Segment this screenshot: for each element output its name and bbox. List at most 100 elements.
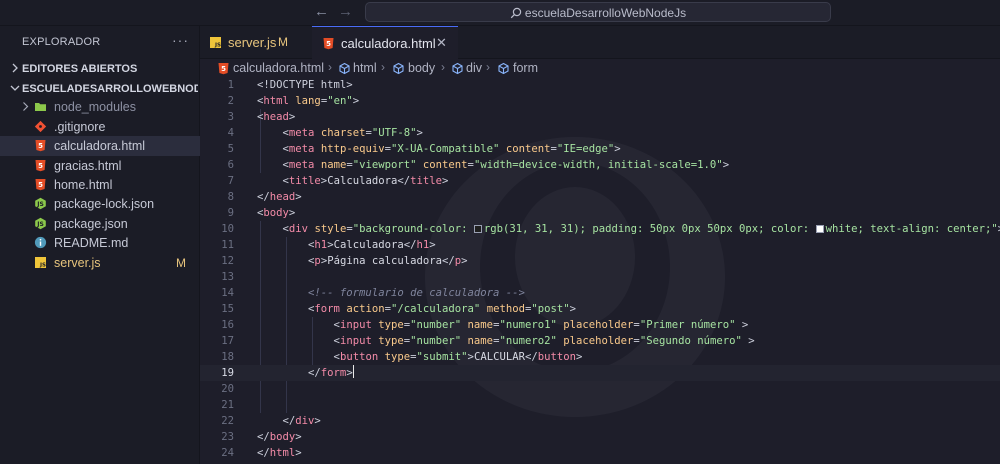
breadcrumb-separator: › (328, 60, 332, 74)
tab-label: server.js (228, 35, 277, 50)
code-line: 3 <head> (200, 109, 1000, 125)
code-text: <meta name="viewport" content="width=dev… (282, 159, 730, 171)
code-line: 11 <h1>Calculadora</h1> (200, 237, 1000, 253)
js-icon: JS (34, 256, 47, 269)
color-swatch[interactable] (473, 225, 482, 233)
breadcrumb-separator: › (441, 60, 445, 74)
line-number: 9 (227, 207, 234, 219)
line-number: 21 (221, 399, 234, 411)
sidebar-item-home[interactable]: 5 home.html (0, 175, 200, 195)
modified-badge: M (278, 35, 288, 49)
code-line: 2 <html lang="en"> (200, 93, 1000, 109)
more-actions-icon[interactable]: ··· (172, 32, 189, 48)
code-line: 16 <input type="number" name="numero1" p… (200, 317, 1000, 333)
node-icon: JS (34, 217, 47, 230)
item-label: README.md (54, 236, 129, 250)
sidebar-item-package[interactable]: JS package.json (0, 214, 200, 234)
breadcrumb-div[interactable]: div (466, 61, 482, 75)
line-number: 17 (221, 335, 234, 347)
line-number: 4 (227, 127, 234, 139)
sidebar-item-gitignore[interactable]: .gitignore (0, 117, 200, 137)
item-label: node_modules (54, 100, 137, 114)
folder-icon (34, 100, 47, 113)
chevron-right-icon (20, 101, 31, 112)
breadcrumb-html[interactable]: html (353, 61, 377, 75)
color-swatch[interactable] (815, 225, 824, 233)
line-number: 22 (221, 415, 234, 427)
code-line: 4 <meta charset="UTF-8"> (200, 125, 1000, 141)
sidebar-item-server[interactable]: JS server.js M (0, 253, 200, 273)
code-line: 22 </div> (200, 413, 1000, 429)
code-line: 1 <!DOCTYPE html> (200, 77, 1000, 93)
code-text: <meta http-equiv="X-UA-Compatible" conte… (282, 143, 621, 155)
chevron-right-icon (9, 62, 21, 74)
svg-text:5: 5 (326, 40, 331, 48)
sidebar-item-gracias[interactable]: 5 gracias.html (0, 156, 200, 176)
search-icon (510, 7, 522, 19)
section-open-editors[interactable]: EDITORES ABIERTOS (0, 59, 200, 79)
line-number: 7 (227, 175, 234, 187)
code-text: <div style="background-color: rgb(31, 31… (282, 223, 1000, 235)
item-label: home.html (54, 178, 113, 192)
back-arrow-icon[interactable]: ← (314, 3, 329, 21)
command-center-search[interactable]: escuelaDesarrolloWebNodeJs (365, 2, 831, 22)
line-number: 19 (221, 367, 234, 379)
code-text: <title>Calculadora</title> (282, 175, 449, 187)
html-icon: 5 (34, 159, 47, 172)
breadcrumb-separator: › (381, 60, 385, 74)
close-icon[interactable]: ✕ (436, 35, 447, 51)
code-line: 8 </head> (200, 189, 1000, 205)
breadcrumb-file[interactable]: calculadora.html (233, 61, 324, 75)
code-text: </html> (257, 447, 302, 459)
code-line: 12 <p>Página calculadora</p> (200, 253, 1000, 269)
svg-text:5: 5 (38, 162, 43, 170)
code-text: </body> (257, 431, 302, 443)
line-number: 3 (227, 111, 234, 123)
breadcrumb-body[interactable]: body (408, 61, 435, 75)
item-label: package.json (54, 217, 128, 231)
code-line: 24 </html> (200, 445, 1000, 461)
code-editor[interactable]: 1 <!DOCTYPE html> 2 <html lang="en"> 3 <hea… (200, 77, 1000, 464)
svg-text:5: 5 (221, 65, 226, 73)
section-label: EDITORES ABIERTOS (22, 63, 138, 75)
chevron-down-icon (9, 82, 21, 94)
tab-label: calculadora.html (341, 36, 436, 51)
breadcrumb: 5 calculadora.html › html › body › div ›… (200, 59, 1000, 77)
node-icon: JS (34, 197, 47, 210)
section-workspace[interactable]: ESCUELADESARROLLOWEBNODE... (0, 79, 200, 99)
code-text: <!DOCTYPE html> (257, 79, 353, 91)
svg-text:JS: JS (36, 201, 44, 208)
code-line: 21 (200, 397, 1000, 413)
breadcrumb-form[interactable]: form (513, 61, 538, 75)
svg-text:JS: JS (39, 263, 46, 269)
sidebar-item-calculadora[interactable]: 5 calculadora.html (0, 136, 200, 156)
code-line: 15 <form action="/calculadora" method="p… (200, 301, 1000, 317)
code-text: <meta charset="UTF-8"> (282, 127, 423, 139)
code-text: <input type="number" name="numero2" plac… (333, 335, 755, 347)
code-line: 9 <body> (200, 205, 1000, 221)
sidebar-item-package-lock[interactable]: JS package-lock.json (0, 194, 200, 214)
code-text: <input type="number" name="numero1" plac… (333, 319, 749, 331)
line-number: 18 (221, 351, 234, 363)
sidebar-item-node-modules[interactable]: node_modules (0, 97, 200, 117)
tab-calculadora-html[interactable]: 5 calculadora.html ✕ (312, 26, 458, 59)
line-number: 1 (227, 79, 234, 91)
code-line: 6 <meta name="viewport" content="width=d… (200, 157, 1000, 173)
html-icon: 5 (34, 139, 47, 152)
item-label: .gitignore (54, 120, 106, 134)
line-number: 12 (221, 255, 234, 267)
section-label: ESCUELADESARROLLOWEBNODE... (22, 83, 198, 95)
element-icon (497, 62, 510, 75)
tab-server-js[interactable]: JS server.js M (200, 26, 304, 59)
line-number: 11 (221, 239, 234, 251)
code-line: 23 </body> (200, 429, 1000, 445)
item-label: gracias.html (54, 159, 122, 173)
item-label: server.js (54, 256, 101, 270)
forward-arrow-icon[interactable]: → (338, 3, 353, 21)
line-number: 2 (227, 95, 234, 107)
code-text: </div> (282, 415, 321, 427)
sidebar-item-readme[interactable]: README.md (0, 233, 200, 253)
element-icon (338, 62, 351, 75)
code-line-current: 19 </form> (200, 365, 1000, 381)
line-number: 10 (221, 223, 234, 235)
